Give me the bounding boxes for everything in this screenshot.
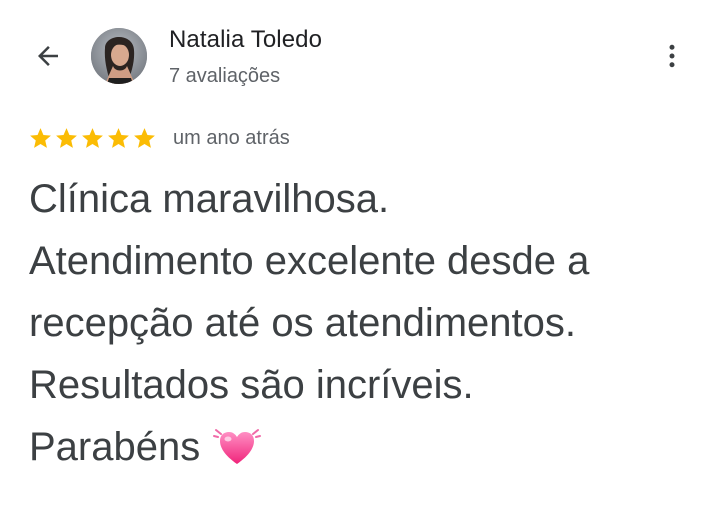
star-icon [56,127,77,148]
review-text-line: Parabéns [29,425,201,469]
review-text-line: Resultados são incríveis. [29,363,474,407]
star-icon [108,127,129,148]
star-icon [82,127,103,148]
review-text-line: Atendimento excelente desde a [29,239,590,283]
more-vert-icon [669,44,675,68]
review-text: Clínica maravilhosa. Atendimento excelen… [29,168,709,478]
reviewer-name[interactable]: Natalia Toledo [169,26,322,54]
more-options-button[interactable] [654,38,690,74]
back-button[interactable] [30,38,66,74]
review-header: Natalia Toledo 7 avaliações [0,0,720,110]
rating-row: um ano atrás [28,124,290,152]
star-icon [30,127,51,148]
avatar[interactable] [91,28,147,84]
reviewer-review-count: 7 avaliações [169,65,281,87]
arrow-back-icon [38,46,58,66]
review-text-last-line: Parabéns [29,416,709,478]
review-text-line: Clínica maravilhosa. [29,177,390,221]
star-rating [28,126,157,151]
heart-beating-icon [213,429,262,465]
star-icon [134,127,155,148]
review-date: um ano atrás [173,126,290,149]
review-text-line: recepção até os atendimentos. [29,301,577,345]
